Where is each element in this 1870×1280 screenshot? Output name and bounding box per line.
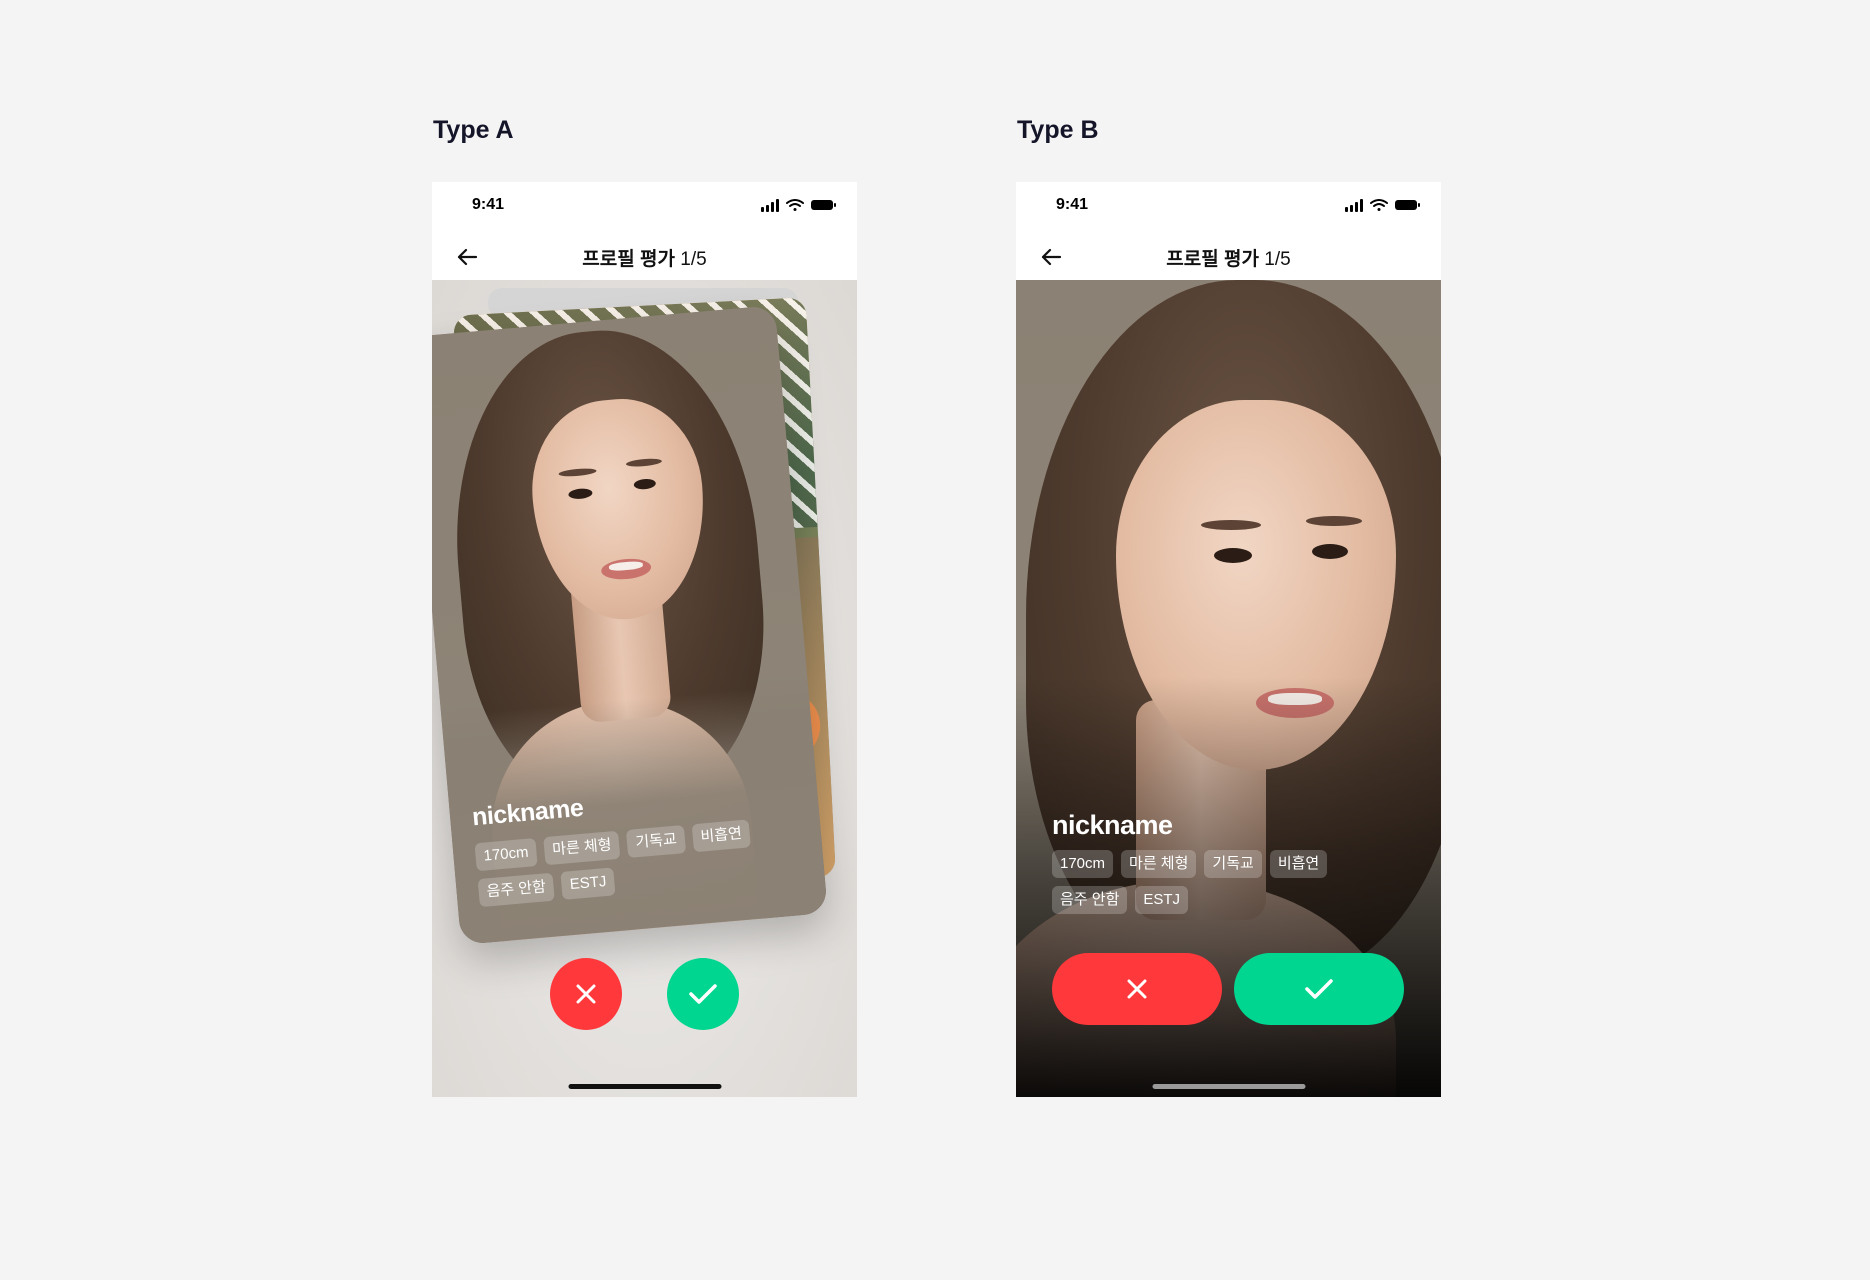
status-bar: 9:41 xyxy=(432,182,857,232)
tag-body: 마른 체형 xyxy=(543,830,621,866)
photo-eye-right xyxy=(1312,544,1348,559)
accept-button[interactable] xyxy=(667,958,739,1030)
tag-mbti: ESTJ xyxy=(560,867,616,900)
phone-type-a: 9:41 프로필 평가 1/5 nickname 170cm 마른 체형 기독교… xyxy=(432,182,857,1097)
tag-smoking: 비흡연 xyxy=(691,819,752,853)
wifi-icon xyxy=(786,199,804,211)
photo-brow-left xyxy=(1201,520,1261,530)
profile-tags: 170cm 마른 체형 기독교 비흡연 음주 안함 ESTJ xyxy=(1052,850,1372,914)
profile-nickname: nickname xyxy=(1052,810,1173,840)
tag-religion: 기독교 xyxy=(1204,850,1262,878)
status-icons xyxy=(1345,199,1420,212)
page-title: 프로필 평가 1/5 xyxy=(1016,244,1441,271)
check-icon xyxy=(689,984,717,1004)
home-indicator xyxy=(1152,1084,1305,1089)
tag-height: 170cm xyxy=(1052,850,1114,878)
check-icon xyxy=(1305,979,1333,999)
home-indicator xyxy=(568,1084,721,1089)
page-counter: 1/5 xyxy=(1264,249,1291,270)
tag-body: 마른 체형 xyxy=(1121,850,1197,878)
battery-icon xyxy=(811,200,836,210)
status-icons xyxy=(761,199,836,212)
page-counter: 1/5 xyxy=(680,249,707,270)
close-icon xyxy=(576,984,596,1004)
status-bar: 9:41 xyxy=(1016,182,1441,232)
tag-drinking: 음주 안함 xyxy=(1052,886,1128,914)
photo-eye-left xyxy=(1214,548,1252,563)
phone-type-b: 9:41 프로필 평가 1/5 nickname 170cm 마른 체형 기독교… xyxy=(1016,182,1441,1097)
close-icon xyxy=(1127,979,1147,999)
tag-religion: 기독교 xyxy=(626,825,686,858)
reject-button[interactable] xyxy=(550,958,622,1030)
photo-brow-right xyxy=(1306,516,1362,526)
page-title: 프로필 평가 1/5 xyxy=(432,244,857,271)
profile-card[interactable]: nickname 170cm 마른 체형 기독교 비흡연 음주 안함 ESTJ xyxy=(432,305,828,945)
tag-smoking: 비흡연 xyxy=(1269,850,1328,878)
tag-height: 170cm xyxy=(474,838,538,872)
signal-icon xyxy=(1345,199,1363,212)
status-time: 9:41 xyxy=(1056,196,1089,213)
wifi-icon xyxy=(1370,199,1388,211)
signal-icon xyxy=(761,199,779,212)
page-title-text: 프로필 평가 xyxy=(582,249,675,270)
nav-bar: 프로필 평가 1/5 xyxy=(1016,232,1441,280)
nav-bar: 프로필 평가 1/5 xyxy=(432,232,857,280)
reject-button[interactable] xyxy=(1052,953,1222,1025)
status-time: 9:41 xyxy=(472,196,505,213)
variant-title-b: Type B xyxy=(1017,116,1099,144)
page-title-text: 프로필 평가 xyxy=(1166,249,1259,270)
battery-icon xyxy=(1395,200,1420,210)
accept-button[interactable] xyxy=(1234,953,1404,1025)
variant-title-a: Type A xyxy=(433,116,514,144)
tag-mbti: ESTJ xyxy=(1135,886,1189,914)
